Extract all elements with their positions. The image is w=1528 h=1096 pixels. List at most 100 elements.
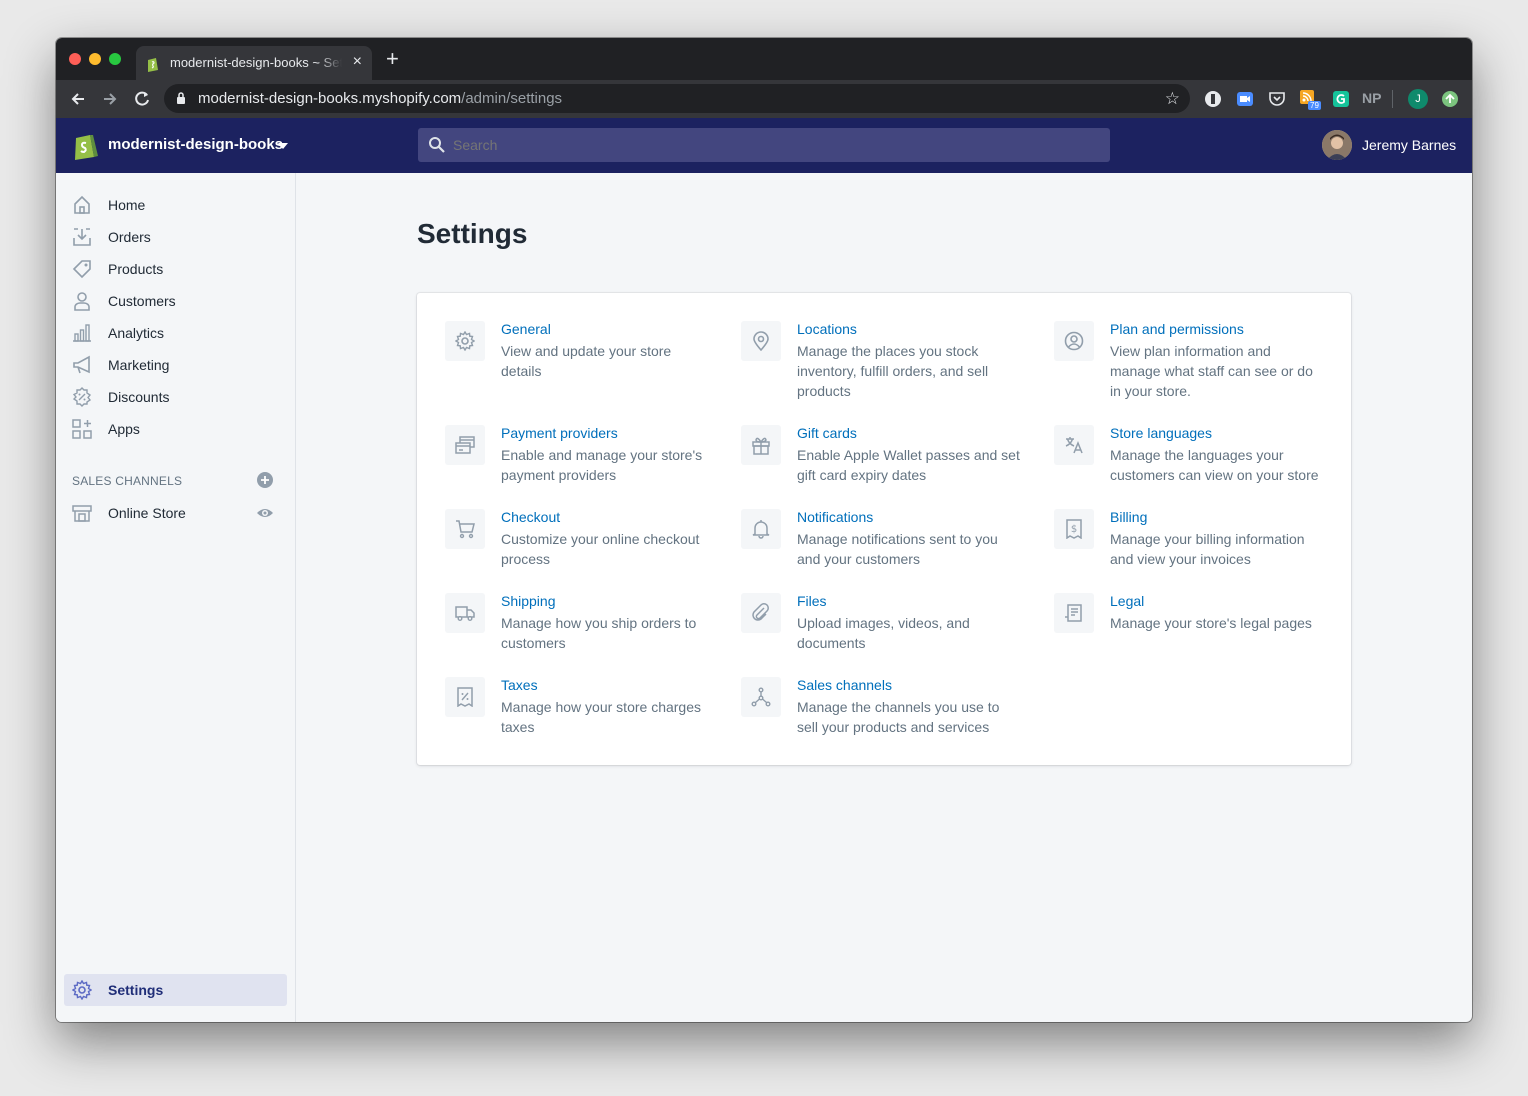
sidebar-item-label: Discounts <box>108 389 170 405</box>
settings-item-description: Manage the channels you use to sell your… <box>797 699 1000 735</box>
settings-item-description: View plan information and manage what st… <box>1110 343 1313 399</box>
location-pin-icon <box>741 321 781 361</box>
bookmark-star-icon[interactable]: ☆ <box>1165 89 1180 109</box>
gear-icon <box>72 980 92 1000</box>
sidebar-item-label: Marketing <box>108 357 170 373</box>
url-text: modernist-design-books.myshopify.com/adm… <box>198 90 562 107</box>
admin-topbar: modernist-design-books Jeremy Barnes <box>56 118 1472 173</box>
settings-item-title[interactable]: Payment providers <box>501 425 618 441</box>
sales-channels-heading: SALES CHANNELS <box>72 474 183 488</box>
settings-item-title[interactable]: Gift cards <box>797 425 857 441</box>
settings-item-description: Enable and manage your store's payment p… <box>501 447 703 483</box>
settings-item-title[interactable]: Plan and permissions <box>1110 321 1244 337</box>
settings-item-title[interactable]: Shipping <box>501 593 556 609</box>
extension-lastpass-icon[interactable] <box>1204 90 1222 108</box>
forward-icon[interactable] <box>100 89 120 109</box>
settings-item-title[interactable]: Store languages <box>1110 425 1212 441</box>
minimize-window-button[interactable] <box>89 53 101 65</box>
tab-title: modernist-design-books ~ Settings <box>170 55 342 70</box>
close-window-button[interactable] <box>69 53 81 65</box>
sidebar-item-marketing[interactable]: Marketing <box>56 349 296 381</box>
sidebar-item-discounts[interactable]: Discounts <box>56 381 296 413</box>
extension-badge: 79 <box>1308 101 1321 110</box>
sidebar-item-analytics[interactable]: Analytics <box>56 317 296 349</box>
sidebar-item-label: Analytics <box>108 325 165 341</box>
extension-np[interactable]: NP <box>1362 90 1381 106</box>
settings-item-description: Upload images, videos, and documents <box>797 615 970 651</box>
sidebar-item-home[interactable]: Home <box>56 189 296 221</box>
settings-item-title[interactable]: General <box>501 321 551 337</box>
channels-icon <box>741 677 781 717</box>
store-icon <box>72 505 92 522</box>
settings-item-title[interactable]: Billing <box>1110 509 1147 525</box>
settings-item-title[interactable]: Notifications <box>797 509 873 525</box>
sidebar-item-orders[interactable]: Orders <box>56 221 296 253</box>
search-input[interactable] <box>453 137 1053 153</box>
sidebar-item-label: Home <box>108 197 146 213</box>
discount-icon <box>72 387 92 407</box>
address-bar[interactable]: modernist-design-books.myshopify.com/adm… <box>164 84 1190 113</box>
settings-card: General View and update your store detai… <box>417 293 1351 765</box>
sidebar-item-label: Customers <box>108 293 176 309</box>
sidebar-item-products[interactable]: Products <box>56 253 296 285</box>
settings-item-description: Customize your online checkout process <box>501 531 700 567</box>
user-circle-icon <box>1054 321 1094 361</box>
maximize-window-button[interactable] <box>109 53 121 65</box>
browser-window: modernist-design-books ~ Settings × + mo… <box>56 38 1472 1022</box>
reload-icon[interactable] <box>132 89 152 109</box>
billing-icon: $ <box>1054 509 1094 549</box>
add-sales-channel-icon[interactable] <box>256 471 274 489</box>
profile-avatar[interactable]: J <box>1408 89 1428 109</box>
sidebar-item-customers[interactable]: Customers <box>56 285 296 317</box>
settings-item-description: Manage your billing information and view… <box>1110 531 1305 567</box>
browser-tab[interactable]: modernist-design-books ~ Settings × <box>136 46 372 80</box>
settings-item-title[interactable]: Taxes <box>501 677 538 693</box>
store-menu-caret-icon[interactable] <box>278 143 288 149</box>
shopify-favicon-icon <box>148 58 158 72</box>
svg-text:$: $ <box>1071 524 1077 535</box>
tax-icon <box>445 677 485 717</box>
browser-toolbar: modernist-design-books.myshopify.com/adm… <box>56 80 1472 118</box>
sidebar-item-label: Settings <box>108 982 164 998</box>
back-icon[interactable] <box>68 89 88 109</box>
url-path: /admin/settings <box>461 90 563 107</box>
sidebar: Home Orders Products Customers Analytics… <box>56 173 296 1022</box>
settings-item-description: View and update your store details <box>501 343 672 379</box>
new-tab-button[interactable]: + <box>386 48 399 70</box>
shopify-logo-icon[interactable] <box>72 130 98 160</box>
settings-item-title[interactable]: Legal <box>1110 593 1144 609</box>
megaphone-icon <box>73 355 90 374</box>
gift-icon <box>741 425 781 465</box>
settings-item-description: Manage the languages your customers can … <box>1110 447 1319 483</box>
sidebar-item-apps[interactable]: Apps <box>56 413 296 445</box>
close-tab-icon[interactable]: × <box>353 53 362 71</box>
bar-chart-icon <box>73 324 91 342</box>
user-avatar[interactable] <box>1322 130 1352 160</box>
search-icon <box>429 137 445 153</box>
extension-pocket-icon[interactable] <box>1268 90 1286 108</box>
settings-item-description: Manage how you ship orders to customers <box>501 615 697 651</box>
legal-icon <box>1054 593 1094 633</box>
settings-item-description: Enable Apple Wallet passes and set gift … <box>797 447 1020 483</box>
orders-icon <box>73 228 91 246</box>
tag-icon <box>72 260 91 279</box>
update-icon[interactable] <box>1441 90 1459 108</box>
settings-item-title[interactable]: Checkout <box>501 509 560 525</box>
tab-strip: modernist-design-books ~ Settings × + <box>56 38 1472 80</box>
settings-item-title[interactable]: Locations <box>797 321 857 337</box>
sidebar-item-settings[interactable]: Settings <box>64 974 287 1006</box>
sidebar-item-label: Apps <box>108 421 140 437</box>
view-store-eye-icon[interactable] <box>256 504 274 522</box>
extension-zoom-icon[interactable] <box>1236 90 1254 108</box>
page-title: Settings <box>417 218 528 249</box>
person-icon <box>74 292 90 311</box>
store-name[interactable]: modernist-design-books <box>108 136 283 153</box>
sidebar-item-label: Orders <box>108 229 151 245</box>
extension-grammarly-icon[interactable] <box>1332 90 1350 108</box>
paperclip-icon <box>741 593 781 633</box>
settings-item-title[interactable]: Files <box>797 593 827 609</box>
settings-item-description: Manage your store's legal pages <box>1110 615 1312 631</box>
search-bar[interactable] <box>418 128 1110 162</box>
settings-item-title[interactable]: Sales channels <box>797 677 892 693</box>
user-name[interactable]: Jeremy Barnes <box>1362 137 1456 153</box>
